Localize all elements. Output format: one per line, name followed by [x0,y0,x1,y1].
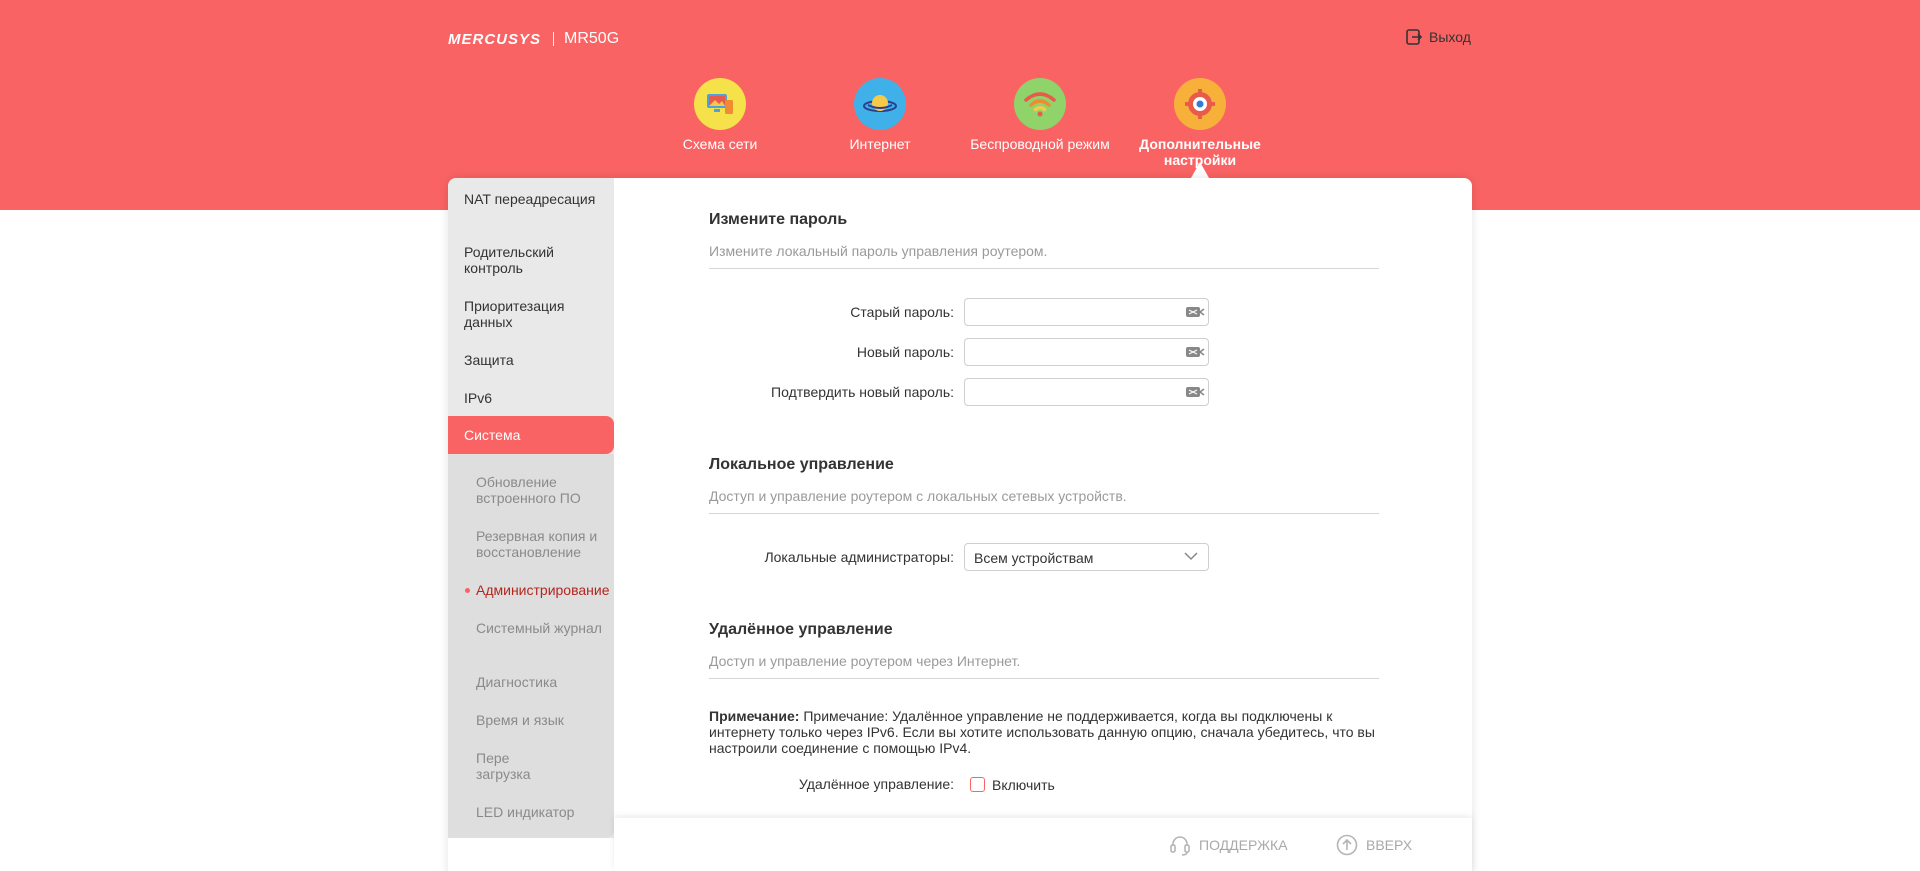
sidebar-item-label: Система [464,427,521,443]
new-password-label: Новый пароль: [856,344,954,360]
local-admins-value: Всем устройствам [974,550,1094,566]
remote-enable-checkbox[interactable] [970,777,985,792]
note-text: Примечание: Удалённое управление не подд… [709,708,1375,756]
remote-management-label: Удалённое управление: [798,776,954,792]
logout-button[interactable]: Выход [1405,28,1471,46]
sidebar-item-parental[interactable]: Родительский контроль [464,244,604,276]
old-password-input[interactable] [965,299,1165,325]
remote-enable-label[interactable]: Включить [992,777,1055,793]
submenu: Обновление встроенного ПО Резервная копи… [448,454,614,838]
local-admins-select[interactable]: Всем устройствам [964,543,1209,571]
section-desc-local: Доступ и управление роутером с локальных… [709,488,1127,504]
local-admins-label: Локальные администраторы: [764,549,954,565]
brand: MERCUSYS MR50G [448,30,619,48]
nav-internet[interactable]: Интернет [810,78,950,152]
section-divider [709,268,1379,269]
support-label: ПОДДЕРЖКА [1199,837,1288,853]
support-button[interactable]: ПОДДЕРЖКА [1169,834,1288,856]
brand-divider [553,32,555,46]
confirm-password-input[interactable] [965,379,1165,405]
submenu-time-language[interactable]: Время и язык [476,712,612,728]
section-desc-password: Измените локальный пароль управления роу… [709,243,1048,259]
network-map-icon [694,78,746,130]
content: Измените пароль Измените локальный парол… [614,178,1472,871]
sidebar-item-ipv6[interactable]: IPv6 [464,390,604,406]
main-panel: NAT переадресация Родительский контроль … [448,178,1472,871]
nav-label: Интернет [849,136,911,152]
new-password-field[interactable] [964,338,1209,366]
hide-password-icon[interactable] [1185,304,1205,320]
logout-label: Выход [1429,29,1471,45]
internet-planet-icon [854,78,906,130]
nav-wireless[interactable]: Беспроводной режим [970,78,1110,152]
nav-network-map[interactable]: Схема сети [650,78,790,152]
top-label: ВВЕРХ [1366,837,1413,853]
headset-icon [1170,836,1190,856]
nav-active-pointer [1191,162,1209,178]
advanced-gear-icon [1174,78,1226,130]
submenu-firmware[interactable]: Обновление встроенного ПО [476,474,612,506]
brand-logo: MERCUSYS [448,30,542,48]
sidebar-item-nat[interactable]: NAT переадресация [464,191,604,207]
sidebar-item-security[interactable]: Защита [464,352,604,368]
nav-label: Схема сети [682,136,758,152]
section-title-local: Локальное управление [709,456,894,473]
section-title-password: Измените пароль [709,211,848,228]
submenu-reboot[interactable]: Пере загрузка [476,750,546,782]
nav-advanced[interactable]: Дополнительные настройки [1130,78,1270,168]
wifi-icon [1014,78,1066,130]
old-password-label: Старый пароль: [850,304,954,320]
sidebar-item-qos[interactable]: Приоритезация данных [464,298,604,330]
sidebar-item-system[interactable]: Система [448,416,614,454]
active-dot [465,588,470,593]
new-password-input[interactable] [965,339,1165,365]
old-password-field[interactable] [964,298,1209,326]
sidebar: NAT переадресация Родительский контроль … [448,178,614,838]
confirm-password-label: Подтвердить новый пароль: [771,384,954,400]
submenu-led[interactable]: LED индикатор [476,804,612,820]
model-name: MR50G [564,30,620,47]
hide-password-icon[interactable] [1185,384,1205,400]
confirm-password-field[interactable] [964,378,1209,406]
footer-bar: ПОДДЕРЖКА ВВЕРХ [614,818,1472,871]
back-to-top-button[interactable]: ВВЕРХ [1336,834,1412,856]
chevron-down-icon [1184,552,1198,561]
section-title-remote: Удалённое управление [709,621,893,638]
nav-label: Беспроводной режим [970,136,1110,152]
section-desc-remote: Доступ и управление роутером через Интер… [709,653,1021,669]
hide-password-icon[interactable] [1185,344,1205,360]
submenu-backup[interactable]: Резервная копия и восстановление [476,528,612,560]
section-divider [709,678,1379,679]
submenu-syslog[interactable]: Системный журнал [476,620,612,636]
logout-icon [1406,29,1423,45]
section-divider [709,513,1379,514]
submenu-diagnostics[interactable]: Диагностика [476,674,612,690]
remote-note: Примечание: Примечание: Удалённое управл… [709,708,1389,756]
note-label: Примечание: [709,708,800,724]
submenu-administration[interactable]: Администрирование [476,582,612,598]
arrow-up-circle-icon [1336,834,1358,856]
